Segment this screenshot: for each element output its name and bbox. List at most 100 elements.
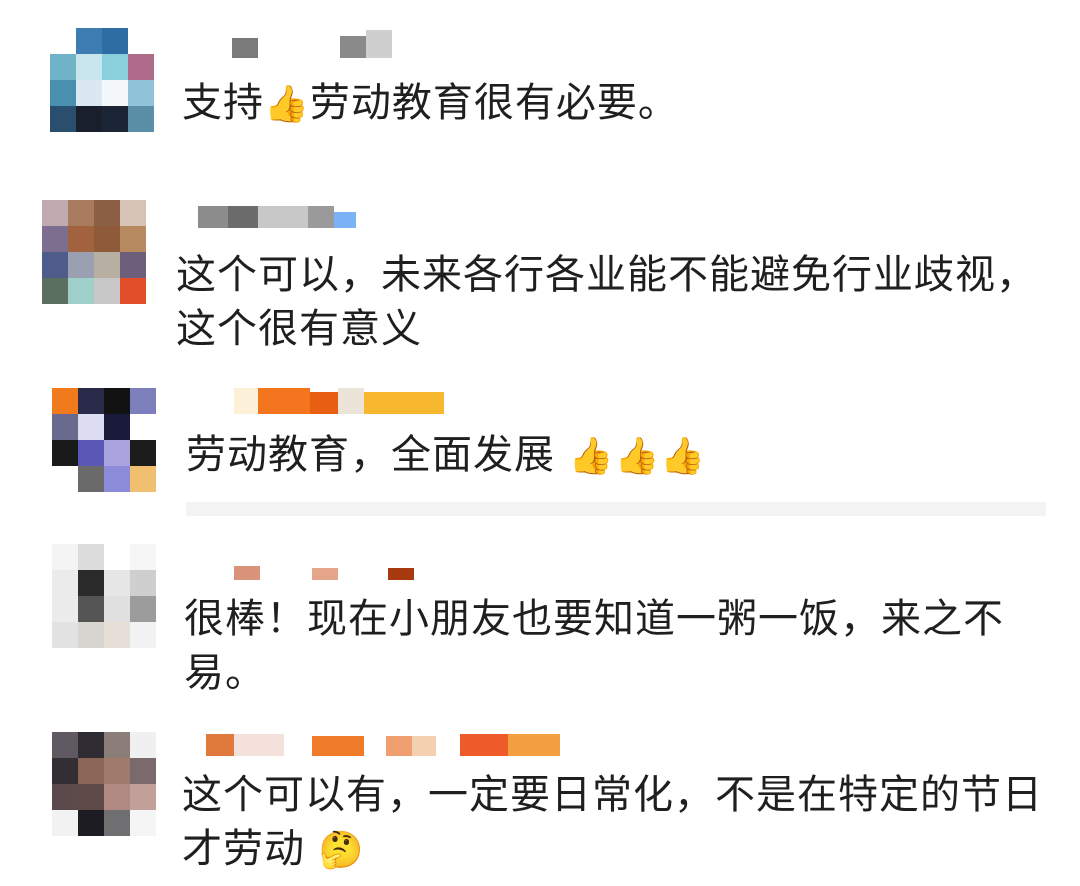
username-block bbox=[412, 736, 436, 756]
username-block bbox=[234, 566, 260, 580]
avatar-pixel bbox=[120, 226, 146, 252]
avatar-pixel bbox=[78, 622, 104, 648]
avatar-pixel bbox=[130, 758, 156, 784]
username[interactable] bbox=[232, 30, 392, 58]
username-block bbox=[206, 734, 234, 756]
avatar-pixel bbox=[94, 278, 120, 304]
comment-4: 很棒！现在小朋友也要知道一粥一饭，来之不 易。 bbox=[0, 536, 1080, 716]
username-block bbox=[312, 568, 338, 580]
avatar-pixel bbox=[52, 440, 78, 466]
avatar-pixel bbox=[52, 758, 78, 784]
avatar-pixel bbox=[104, 544, 130, 570]
thumbs-up-icon: 👍 bbox=[264, 84, 310, 125]
avatar-pixel bbox=[52, 596, 78, 622]
avatar-pixel bbox=[120, 252, 146, 278]
avatar-pixel bbox=[130, 622, 156, 648]
avatar-pixel bbox=[50, 80, 76, 106]
comment-text: 支持👍劳动教育很有必要。 bbox=[182, 76, 679, 130]
avatar-pixel bbox=[78, 758, 104, 784]
username-block bbox=[258, 206, 308, 228]
avatar-pixel bbox=[104, 622, 130, 648]
avatar-pixel bbox=[50, 54, 76, 80]
username-block bbox=[334, 212, 356, 228]
username-block bbox=[364, 392, 444, 414]
avatar-pixel bbox=[104, 466, 130, 492]
avatar-pixel bbox=[102, 106, 128, 132]
comment-5: 这个可以有，一定要日常化，不是在特定的节日 才劳动 🤔 bbox=[0, 720, 1080, 886]
avatar-pixel bbox=[76, 80, 102, 106]
avatar-pixel bbox=[104, 440, 130, 466]
username-block bbox=[308, 206, 334, 228]
avatar-pixel bbox=[128, 80, 154, 106]
avatar-pixel bbox=[42, 200, 68, 226]
avatar-pixel bbox=[52, 784, 78, 810]
avatar-pixel bbox=[52, 414, 78, 440]
username-block bbox=[366, 30, 392, 58]
avatar-pixel bbox=[104, 732, 130, 758]
username-block bbox=[228, 206, 258, 228]
username[interactable] bbox=[198, 200, 356, 228]
avatar-pixel bbox=[68, 252, 94, 278]
avatar[interactable] bbox=[42, 200, 146, 304]
avatar-pixel bbox=[128, 28, 154, 54]
avatar-pixel bbox=[42, 226, 68, 252]
thinking-face-icon: 🤔 bbox=[318, 830, 365, 871]
avatar-pixel bbox=[42, 252, 68, 278]
avatar-pixel bbox=[78, 440, 104, 466]
divider bbox=[186, 502, 1046, 516]
username-block bbox=[258, 388, 310, 414]
avatar-pixel bbox=[68, 278, 94, 304]
avatar-pixel bbox=[94, 226, 120, 252]
avatar-pixel bbox=[130, 784, 156, 810]
comment-3: 劳动教育，全面发展 👍👍👍 bbox=[0, 372, 1080, 532]
avatar-pixel bbox=[42, 278, 68, 304]
username[interactable] bbox=[234, 386, 444, 414]
avatar-pixel bbox=[130, 596, 156, 622]
avatar-pixel bbox=[130, 544, 156, 570]
avatar-pixel bbox=[52, 570, 78, 596]
avatar-pixel bbox=[76, 28, 102, 54]
avatar-pixel bbox=[104, 810, 130, 836]
avatar-pixel bbox=[52, 810, 78, 836]
comment-2: 这个可以，未来各行各业能不能避免行业歧视， 这个很有意义 bbox=[0, 178, 1080, 368]
avatar-pixel bbox=[76, 54, 102, 80]
comment-text: 劳动教育，全面发展 👍👍👍 bbox=[186, 428, 706, 482]
avatar-pixel bbox=[94, 200, 120, 226]
comment-text: 很棒！现在小朋友也要知道一粥一饭，来之不 易。 bbox=[184, 596, 1004, 696]
avatar-pixel bbox=[130, 440, 156, 466]
avatar[interactable] bbox=[52, 732, 156, 836]
username[interactable] bbox=[206, 728, 560, 756]
avatar-pixel bbox=[50, 106, 76, 132]
avatar[interactable] bbox=[52, 544, 156, 648]
comment-text-body: 这个可以有，一定要日常化，不是在特定的节日 才劳动 bbox=[182, 772, 1043, 872]
avatar-pixel bbox=[78, 810, 104, 836]
avatar[interactable] bbox=[50, 28, 154, 132]
avatar-pixel bbox=[130, 810, 156, 836]
username-block bbox=[198, 206, 228, 228]
comment-text: 这个可以有，一定要日常化，不是在特定的节日 才劳动 🤔 bbox=[182, 768, 1043, 876]
avatar-pixel bbox=[102, 54, 128, 80]
username-block bbox=[258, 38, 340, 58]
avatar-pixel bbox=[50, 28, 76, 54]
username-block bbox=[234, 388, 258, 414]
avatar-pixel bbox=[78, 388, 104, 414]
avatar-pixel bbox=[52, 388, 78, 414]
avatar-pixel bbox=[104, 570, 130, 596]
avatar[interactable] bbox=[52, 388, 156, 492]
avatar-pixel bbox=[52, 466, 78, 492]
avatar-pixel bbox=[68, 226, 94, 252]
avatar-pixel bbox=[128, 54, 154, 80]
avatar-pixel bbox=[78, 570, 104, 596]
avatar-pixel bbox=[128, 106, 154, 132]
username-block bbox=[460, 734, 508, 756]
username[interactable] bbox=[234, 552, 414, 580]
avatar-pixel bbox=[52, 732, 78, 758]
avatar-pixel bbox=[120, 200, 146, 226]
username-block bbox=[508, 734, 560, 756]
avatar-pixel bbox=[120, 278, 146, 304]
username-block bbox=[338, 388, 364, 414]
avatar-pixel bbox=[78, 466, 104, 492]
avatar-pixel bbox=[130, 732, 156, 758]
username-block bbox=[310, 392, 338, 414]
avatar-pixel bbox=[78, 414, 104, 440]
